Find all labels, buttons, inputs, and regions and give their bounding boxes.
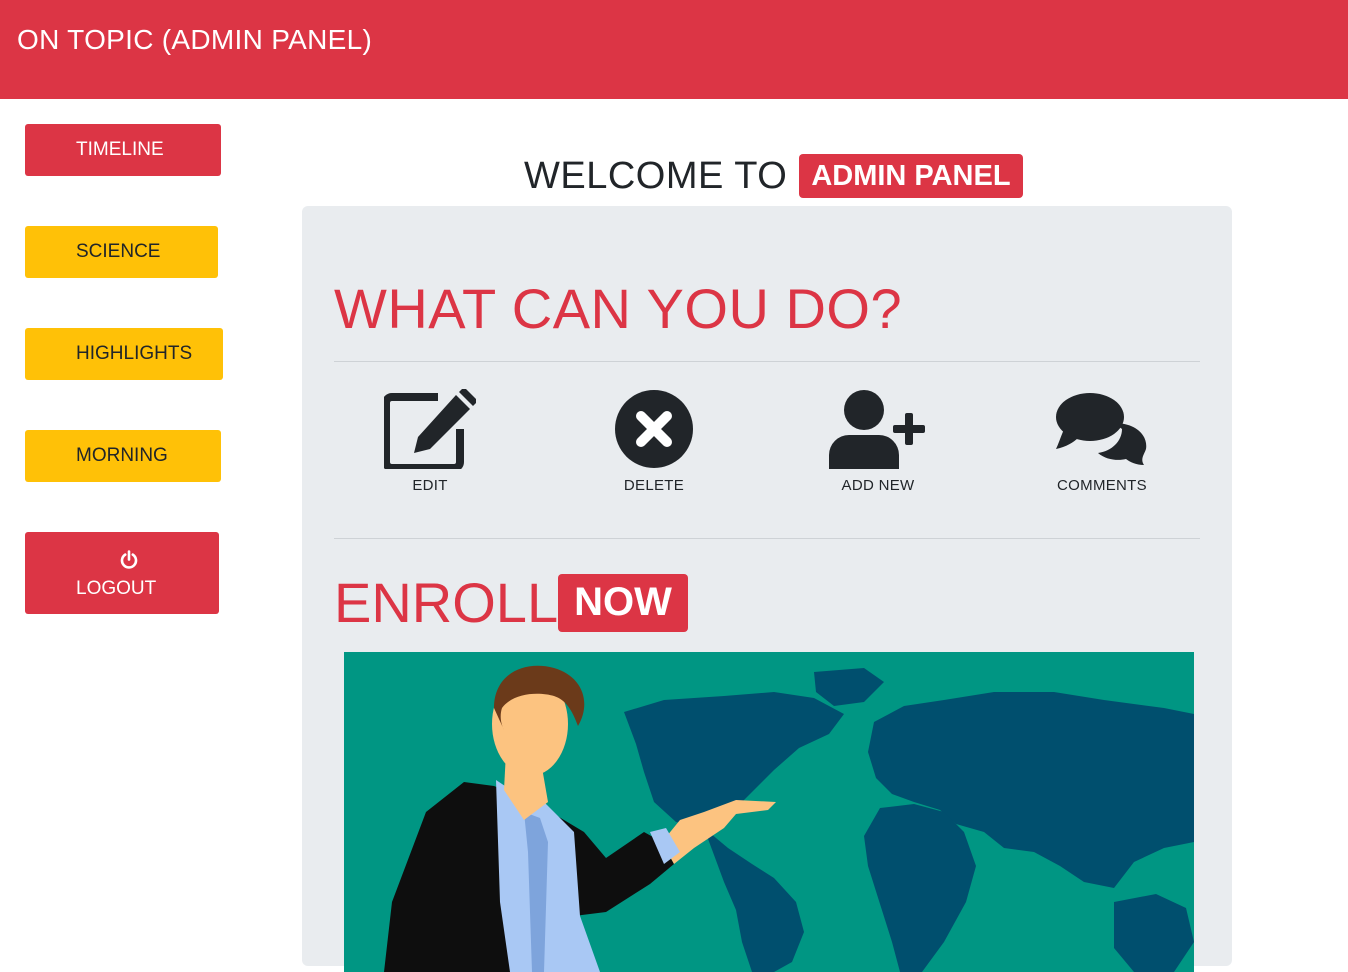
delete-action[interactable]: DELETE [564, 389, 744, 494]
add-new-label: ADD NEW [841, 477, 915, 494]
logout-button[interactable]: LOGOUT [25, 532, 219, 614]
sidebar-item-highlights[interactable]: HIGHLIGHTS [25, 328, 223, 380]
comments-action[interactable]: COMMENTS [1012, 389, 1192, 494]
comments-icon [1056, 393, 1147, 465]
comments-label: COMMENTS [1057, 477, 1147, 494]
divider [334, 538, 1200, 539]
sidebar-item-timeline[interactable]: TIMELINE [25, 124, 221, 176]
delete-icon [615, 390, 693, 468]
sidebar-item-morning[interactable]: MORNING [25, 430, 221, 482]
brand-title[interactable]: ON TOPIC (ADMIN PANEL) [17, 24, 372, 56]
sidebar-item-science[interactable]: SCIENCE [25, 226, 218, 278]
now-badge: NOW [558, 573, 688, 632]
hero-image [344, 652, 1194, 972]
panel-title: WHAT CAN YOU DO? [334, 277, 903, 340]
top-navbar: ON TOPIC (ADMIN PANEL) [0, 0, 1348, 99]
divider [334, 361, 1200, 362]
add-new-action[interactable]: ADD NEW [788, 389, 968, 494]
jumbotron-panel: WHAT CAN YOU DO? EDIT DELETE ADD NEW COM… [302, 206, 1232, 972]
admin-panel-badge: ADMIN PANEL [799, 154, 1023, 198]
welcome-text: WELCOME TO [524, 154, 788, 197]
edit-label: EDIT [412, 477, 448, 494]
edit-action[interactable]: EDIT [340, 389, 520, 494]
add-user-icon [829, 390, 925, 469]
delete-label: DELETE [623, 477, 685, 494]
power-icon [120, 550, 138, 569]
logout-label: LOGOUT [76, 578, 157, 599]
edit-icon [384, 389, 476, 469]
world-map-illustration [344, 652, 1194, 972]
enroll-text: ENROLL [334, 571, 559, 634]
welcome-heading: WELCOME TO ADMIN PANEL [524, 152, 1023, 200]
enroll-heading: ENROLL NOW [334, 571, 688, 634]
